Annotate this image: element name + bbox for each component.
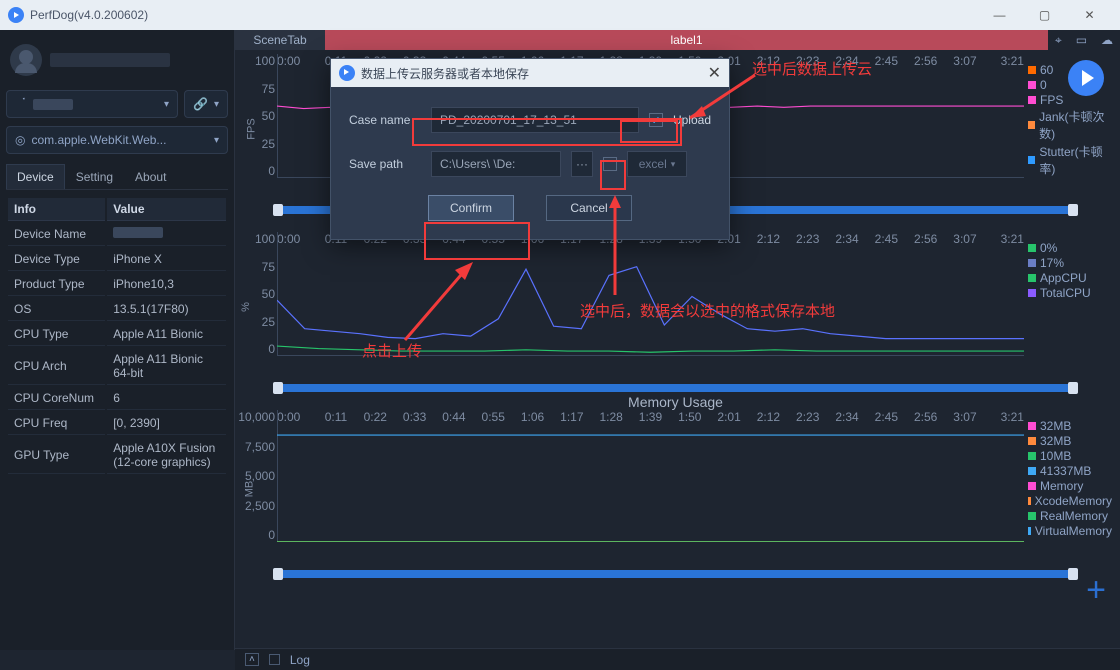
info-key: Device Type — [8, 248, 105, 271]
case-name-label: Case name — [349, 113, 421, 127]
save-path-input[interactable]: C:\Users\ \De: — [431, 151, 561, 177]
log-checkbox[interactable] — [269, 654, 280, 665]
info-key: CPU CoreNum — [8, 387, 105, 410]
table-row: OS13.5.1(17F80) — [8, 298, 226, 321]
target-icon: ◎ — [15, 133, 25, 147]
info-value: 6 — [107, 387, 226, 410]
table-row: Product TypeiPhone10,3 — [8, 273, 226, 296]
scene-label[interactable]: label1 — [325, 30, 1048, 50]
user-avatar[interactable] — [10, 44, 42, 76]
info-key: Product Type — [8, 273, 105, 296]
window-title: PerfDog(v4.0.200602) — [30, 8, 148, 22]
minimize-button[interactable]: — — [977, 0, 1022, 30]
upload-checkbox[interactable] — [649, 113, 663, 127]
app-logo-icon — [8, 7, 24, 23]
table-row: CPU Freq[0, 2390] — [8, 412, 226, 435]
time-slider[interactable] — [277, 570, 1074, 578]
sidebar: ▾ 🔗▾ ◎ com.apple.WebKit.Web... ▾ Device … — [0, 30, 235, 650]
link-icon-button[interactable]: 🔗▾ — [184, 90, 228, 118]
platform-select[interactable]: ▾ — [6, 90, 178, 118]
device-info-table: InfoValue Device NameDevice TypeiPhone X… — [6, 196, 228, 476]
scene-tab[interactable]: SceneTab — [235, 30, 325, 50]
info-value: Apple A11 Bionic 64-bit — [107, 348, 226, 385]
chart-%: 0%17%AppCPUTotalCPU%10075502500:000:110:… — [239, 232, 1112, 382]
close-button[interactable]: ✕ — [1067, 0, 1112, 30]
col-info: Info — [8, 198, 105, 221]
modal-logo-icon — [339, 65, 355, 81]
tab-device[interactable]: Device — [6, 164, 65, 189]
tab-setting[interactable]: Setting — [65, 164, 124, 189]
chevron-up-icon[interactable]: ˄ — [245, 653, 259, 666]
legend: 600FPSJank(卡顿次数)Stutter(卡顿率) — [1028, 62, 1112, 178]
link-icon: 🔗 — [193, 97, 208, 111]
info-key: CPU Freq — [8, 412, 105, 435]
confirm-button[interactable]: Confirm — [428, 195, 514, 221]
save-path-label: Save path — [349, 157, 421, 171]
folder-icon[interactable]: ▭ — [1076, 33, 1087, 47]
case-name-input[interactable]: PD_20200701_17_13_51 — [431, 107, 639, 133]
cancel-button[interactable]: Cancel — [546, 195, 632, 221]
info-value: 13.5.1(17F80) — [107, 298, 226, 321]
info-value: Apple A11 Bionic — [107, 323, 226, 346]
cloud-icon[interactable]: ☁ — [1101, 33, 1113, 47]
browse-button[interactable]: ··· — [571, 151, 593, 177]
modal-title: 数据上传云服务器或者本地保存 — [361, 65, 529, 82]
info-value: Apple A10X Fusion (12-core graphics) — [107, 437, 226, 474]
table-row: CPU CoreNum6 — [8, 387, 226, 410]
info-value: [0, 2390] — [107, 412, 226, 435]
table-row: GPU TypeApple A10X Fusion (12-core graph… — [8, 437, 226, 474]
format-select[interactable]: excel▾ — [627, 151, 687, 177]
info-value — [107, 223, 226, 246]
legend: 32MB32MB10MB41337MBMemoryXcodeMemoryReal… — [1028, 418, 1112, 539]
info-key: OS — [8, 298, 105, 321]
chart-title: Memory Usage — [239, 394, 1112, 410]
table-row: Device TypeiPhone X — [8, 248, 226, 271]
add-chart-icon[interactable]: + — [1086, 571, 1106, 610]
log-label: Log — [290, 653, 310, 667]
location-icon[interactable]: ⌖ — [1055, 33, 1062, 48]
upload-checkbox-label: Upload — [673, 113, 711, 127]
col-value: Value — [107, 198, 226, 221]
info-key: CPU Arch — [8, 348, 105, 385]
info-key: CPU Type — [8, 323, 105, 346]
info-value: iPhone X — [107, 248, 226, 271]
save-local-checkbox[interactable] — [603, 157, 617, 171]
footer-bar: ˄ Log — [235, 648, 1120, 670]
sidebar-tabs: Device Setting About — [6, 164, 228, 190]
user-name-blurred — [50, 53, 170, 67]
info-value: iPhone10,3 — [107, 273, 226, 296]
table-row: CPU ArchApple A11 Bionic 64-bit — [8, 348, 226, 385]
info-key: Device Name — [8, 223, 105, 246]
modal-close-button[interactable]: ✕ — [708, 63, 721, 83]
app-select-value: com.apple.WebKit.Web... — [31, 133, 166, 147]
table-row: Device Name — [8, 223, 226, 246]
info-key: GPU Type — [8, 437, 105, 474]
app-select[interactable]: ◎ com.apple.WebKit.Web... ▾ — [6, 126, 228, 154]
maximize-button[interactable]: ▢ — [1022, 0, 1067, 30]
apple-icon — [15, 97, 27, 111]
table-row: CPU TypeApple A11 Bionic — [8, 323, 226, 346]
window-titlebar: PerfDog(v4.0.200602) — ▢ ✕ — [0, 0, 1120, 30]
tab-about[interactable]: About — [124, 164, 177, 189]
time-slider[interactable] — [277, 384, 1074, 392]
upload-modal: 数据上传云服务器或者本地保存 ✕ Case name PD_20200701_1… — [330, 58, 730, 240]
legend: 0%17%AppCPUTotalCPU — [1028, 240, 1112, 301]
chart-MB: 32MB32MB10MB41337MBMemoryXcodeMemoryReal… — [239, 410, 1112, 568]
